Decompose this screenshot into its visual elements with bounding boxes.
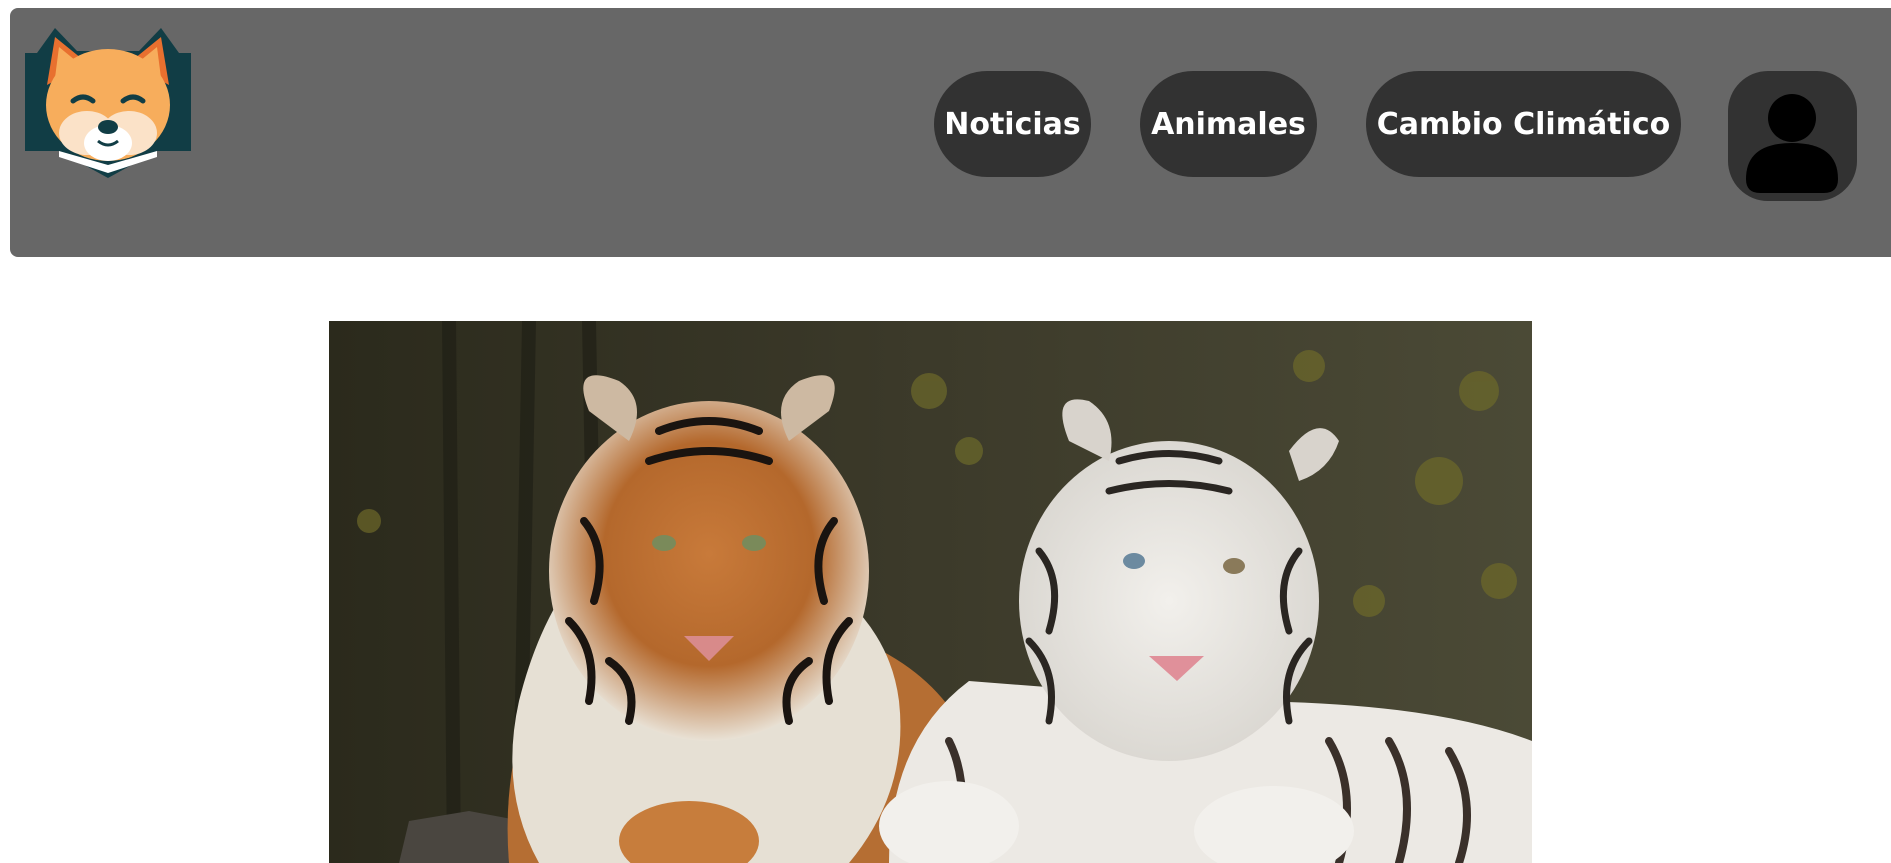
site-header: Noticias Animales Cambio Climático	[10, 8, 1891, 257]
profile-button[interactable]	[1728, 71, 1857, 201]
nav-cambio-climatico-button[interactable]: Cambio Climático	[1366, 71, 1681, 177]
user-icon	[1746, 94, 1838, 193]
hero-tigers-image	[329, 321, 1532, 863]
nav-animales-button[interactable]: Animales	[1140, 71, 1317, 177]
nav-noticias-button[interactable]: Noticias	[934, 71, 1091, 177]
fox-logo-icon[interactable]	[25, 23, 191, 183]
